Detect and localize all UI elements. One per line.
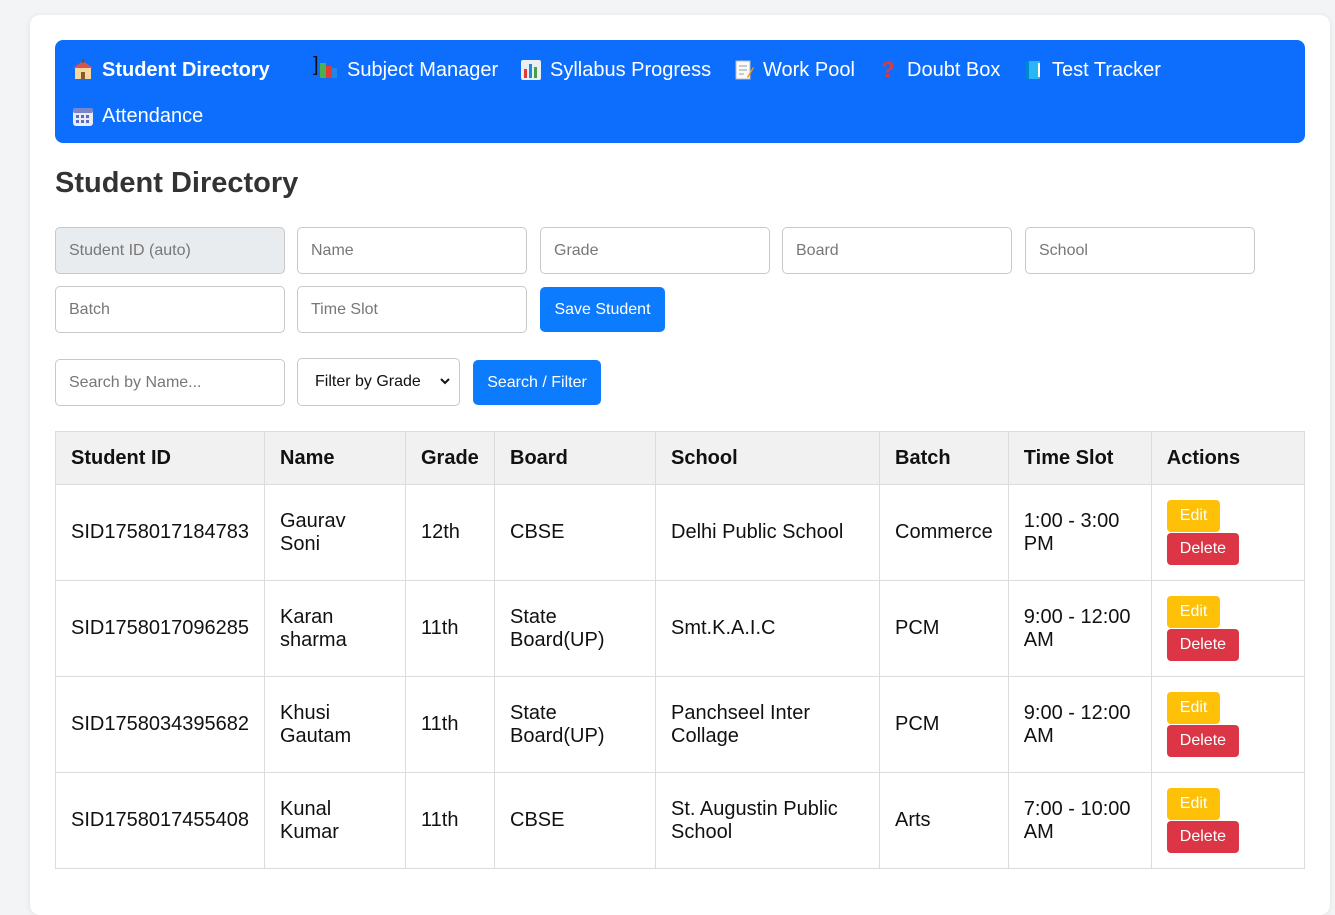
cell-time-slot: 1:00 - 3:00 PM [1007, 484, 1152, 581]
edit-button[interactable]: Edit [1166, 788, 1221, 820]
table-row: SID1758017455408 Kunal Kumar 11th CBSE S… [55, 772, 1306, 869]
delete-button[interactable]: Delete [1166, 629, 1240, 661]
table-row: SID1758034395682 Khusi Gautam 11th State… [55, 676, 1306, 773]
batch-field[interactable] [55, 286, 285, 333]
filter-selected-value: Filter by Grade [315, 373, 421, 390]
nav-label: Student Directory [102, 58, 270, 81]
calendar-icon [72, 105, 94, 127]
cell-board: State Board(UP) [494, 580, 656, 677]
book-icon [1022, 59, 1044, 81]
nav-item-work-pool[interactable]: Work Pool [733, 56, 855, 84]
delete-button[interactable]: Delete [1166, 533, 1240, 565]
cell-time-slot: 9:00 - 12:00 AM [1007, 676, 1152, 773]
cell-batch: PCM [879, 580, 1009, 677]
grade-filter-select[interactable]: Filter by Grade [297, 358, 460, 406]
page-title: Student Directory [55, 167, 299, 199]
cell-name: Kunal Kumar [264, 772, 406, 869]
cell-actions: Edit Delete [1150, 484, 1306, 581]
nav-item-attendance[interactable]: Attendance [72, 102, 203, 130]
table-row: SID1758017096285 Karan sharma 11th State… [55, 580, 1306, 677]
delete-button[interactable]: Delete [1166, 725, 1240, 757]
name-field[interactable] [297, 227, 527, 274]
cell-grade: 11th [405, 772, 495, 869]
col-header-board: Board [494, 431, 656, 485]
cell-actions: Edit Delete [1150, 772, 1306, 869]
cell-student-id: SID1758017455408 [55, 772, 265, 869]
nav-item-test-tracker[interactable]: Test Tracker [1022, 56, 1161, 84]
search-filter-button[interactable]: Search / Filter [473, 360, 601, 405]
search-input[interactable] [55, 359, 285, 406]
cell-board: CBSE [494, 772, 656, 869]
cell-board: CBSE [494, 484, 656, 581]
cell-name: Khusi Gautam [264, 676, 406, 773]
nav-item-student-directory[interactable]: Student Directory [72, 56, 270, 84]
cell-batch: PCM [879, 676, 1009, 773]
cell-grade: 11th [405, 580, 495, 677]
col-header-time-slot: Time Slot [1007, 431, 1152, 485]
cell-time-slot: 9:00 - 12:00 AM [1007, 580, 1152, 677]
cell-school: Panchseel Inter Collage [655, 676, 880, 773]
school-field[interactable] [1025, 227, 1255, 274]
school-icon [72, 59, 94, 81]
question-icon: ? [881, 57, 895, 82]
bar-chart-icon [520, 59, 542, 81]
cell-batch: Arts [879, 772, 1009, 869]
nav-label: Subject Manager [347, 58, 499, 81]
cell-name: Karan sharma [264, 580, 406, 677]
cell-actions: Edit Delete [1150, 580, 1306, 677]
save-student-button[interactable]: Save Student [540, 287, 665, 332]
col-header-actions: Actions [1150, 431, 1306, 485]
cell-student-id: SID1758017184783 [55, 484, 265, 581]
nav-label: Syllabus Progress [550, 58, 712, 81]
nav-label: Attendance [102, 104, 204, 127]
nav-item-syllabus-progress[interactable]: Syllabus Progress [520, 56, 711, 84]
nav-label: Test Tracker [1052, 58, 1161, 81]
chevron-down-icon [440, 378, 450, 385]
delete-button[interactable]: Delete [1166, 821, 1240, 853]
col-header-grade: Grade [405, 431, 495, 485]
cell-actions: Edit Delete [1150, 676, 1306, 773]
cell-student-id: SID1758034395682 [55, 676, 265, 773]
nav-label: Doubt Box [907, 58, 1001, 81]
col-header-name: Name [264, 431, 406, 485]
edit-button[interactable]: Edit [1166, 692, 1221, 724]
nav-label: Work Pool [763, 58, 855, 81]
memo-icon [733, 59, 755, 81]
board-field[interactable] [782, 227, 1012, 274]
books-icon [317, 59, 339, 81]
cell-school: Smt.K.A.I.C [655, 580, 880, 677]
table-row: SID1758017184783 Gaurav Soni 12th CBSE D… [55, 484, 1306, 581]
cell-name: Gaurav Soni [264, 484, 406, 581]
cell-board: State Board(UP) [494, 676, 656, 773]
cell-grade: 11th [405, 676, 495, 773]
cell-time-slot: 7:00 - 10:00 AM [1007, 772, 1152, 869]
edit-button[interactable]: Edit [1166, 500, 1221, 532]
grade-field[interactable] [540, 227, 770, 274]
student-id-field[interactable] [55, 227, 285, 274]
cell-student-id: SID1758017096285 [55, 580, 265, 677]
cell-school: Delhi Public School [655, 484, 880, 581]
cell-batch: Commerce [879, 484, 1009, 581]
main-card: Student Directory ] Subject Manager Syll… [30, 15, 1330, 915]
col-header-student-id: Student ID [55, 431, 265, 485]
nav-item-subject-manager[interactable]: Subject Manager [317, 56, 498, 84]
col-header-batch: Batch [879, 431, 1009, 485]
cell-grade: 12th [405, 484, 495, 581]
nav-item-doubt-box[interactable]: ? Doubt Box [877, 56, 1000, 84]
cell-school: St. Augustin Public School [655, 772, 880, 869]
students-table: Student ID Name Grade Board School Batch… [55, 431, 1306, 869]
col-header-school: School [655, 431, 880, 485]
edit-button[interactable]: Edit [1166, 596, 1221, 628]
top-nav: Student Directory ] Subject Manager Syll… [55, 40, 1305, 143]
table-header-row: Student ID Name Grade Board School Batch… [55, 431, 1306, 485]
time-slot-field[interactable] [297, 286, 527, 333]
